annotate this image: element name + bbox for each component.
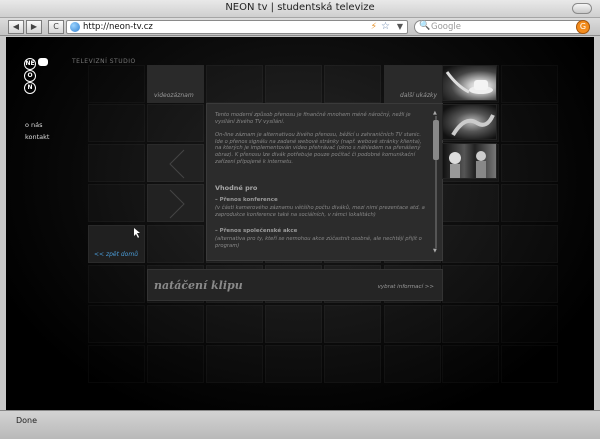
toolbar-toggle-button[interactable] bbox=[572, 3, 592, 14]
search-placeholder: Google bbox=[431, 22, 461, 32]
scroll-thumb[interactable] bbox=[433, 120, 439, 160]
next-arrow-button[interactable] bbox=[147, 184, 204, 222]
search-engine-icon[interactable]: G bbox=[576, 20, 590, 34]
grid-cell bbox=[501, 65, 558, 103]
grid-cell bbox=[206, 345, 263, 383]
title-bar: NEON tv | studentská televize bbox=[0, 0, 600, 18]
panel-heading: Vhodné pro bbox=[215, 184, 258, 192]
scroll-down-icon[interactable]: ▼ bbox=[433, 248, 437, 254]
grid-cell bbox=[501, 225, 558, 263]
page-viewport: NE O N TELEVIZNÍ STUDIO o nás kontakt vi… bbox=[6, 37, 594, 410]
grid-cell bbox=[442, 345, 499, 383]
panel-item-title: – Přenos společenské akce bbox=[215, 228, 298, 234]
globe-icon bbox=[70, 22, 80, 32]
forward-button[interactable]: ▶ bbox=[26, 20, 42, 34]
nav-link-o-nas[interactable]: o nás bbox=[25, 119, 49, 131]
grid-cell bbox=[501, 104, 558, 142]
grid-cell bbox=[265, 305, 322, 343]
panel-detail: On-line záznam je alternativou živého př… bbox=[215, 132, 422, 165]
grid-cell bbox=[265, 65, 322, 103]
grid-cell bbox=[501, 265, 558, 303]
grid-cell bbox=[384, 345, 441, 383]
status-bar: Done bbox=[0, 410, 600, 439]
browser-toolbar: ◀ ▶ C http://neon-tv.cz ⚡ ☆ ▼ 🔍 Google G bbox=[0, 18, 600, 36]
dalsi-ukazky-tile[interactable]: další ukázky bbox=[384, 65, 442, 103]
grid-cell bbox=[88, 305, 145, 343]
cursor-icon bbox=[134, 228, 140, 238]
grid-cell bbox=[501, 345, 558, 383]
neon-logo-icon[interactable]: NE O N bbox=[24, 58, 56, 94]
grid-cell bbox=[324, 65, 381, 103]
nav-link-kontakt[interactable]: kontakt bbox=[25, 131, 49, 143]
grid-cell bbox=[147, 104, 204, 142]
logo-letter: NE bbox=[24, 58, 36, 70]
logo-letter: N bbox=[24, 82, 36, 94]
address-bar[interactable]: http://neon-tv.cz ⚡ ☆ ▼ bbox=[66, 20, 408, 34]
panel-item-desc: (alternativa pro ty, kteří se nemohou ak… bbox=[215, 236, 422, 249]
panel-item-desc: (v části kamerového záznamu většího počt… bbox=[215, 205, 425, 218]
hands-image bbox=[451, 114, 495, 137]
grid-cell bbox=[88, 345, 145, 383]
forward-arrow-icon: ▶ bbox=[30, 22, 38, 31]
grid-cell bbox=[147, 225, 204, 263]
address-text: http://neon-tv.cz bbox=[83, 22, 153, 32]
grid-cell bbox=[147, 305, 204, 343]
window-title: NEON tv | studentská televize bbox=[225, 2, 375, 13]
grid-cell bbox=[442, 265, 499, 303]
coffee-cup-photo[interactable] bbox=[442, 65, 497, 101]
search-input[interactable]: 🔍 Google G bbox=[414, 20, 590, 34]
back-arrow-icon: ◀ bbox=[12, 22, 20, 31]
panel-item-title: – Přenos konference bbox=[215, 197, 278, 203]
grid-cell bbox=[442, 305, 499, 343]
people-image bbox=[449, 151, 486, 178]
grid-cell bbox=[324, 305, 381, 343]
videozaznam-tile[interactable]: videozáznam bbox=[147, 65, 204, 103]
panel-scrollbar[interactable]: ▲ ▼ bbox=[433, 110, 439, 254]
browser-window: NEON tv | studentská televize ◀ ▶ C http… bbox=[0, 0, 600, 439]
reload-button[interactable]: C bbox=[48, 20, 64, 34]
grid-cell bbox=[265, 345, 322, 383]
studio-label: TELEVIZNÍ STUDIO bbox=[72, 58, 136, 65]
dalsi-ukazky-label: další ukázky bbox=[400, 92, 437, 99]
grid-cell bbox=[442, 184, 499, 222]
status-text: Done bbox=[16, 416, 38, 425]
grid-cell bbox=[88, 184, 145, 222]
rss-icon[interactable]: ⚡ bbox=[371, 22, 377, 32]
bookmark-star-icon[interactable]: ☆ bbox=[381, 21, 390, 32]
search-icon: 🔍 bbox=[419, 21, 431, 31]
logo-tv-icon bbox=[38, 58, 48, 66]
chevron-right-icon bbox=[169, 189, 185, 219]
back-home-link[interactable]: << zpět domů bbox=[94, 251, 138, 258]
videozaznam-label: videozáznam bbox=[154, 92, 194, 99]
chevron-left-icon bbox=[169, 149, 185, 179]
grid-cell bbox=[206, 305, 263, 343]
grid-cell bbox=[501, 305, 558, 343]
natac-klipu-title: natáčení klipu bbox=[154, 279, 243, 292]
more-info-link[interactable]: vybrat informací >> bbox=[378, 284, 434, 290]
previous-arrow-button[interactable] bbox=[147, 144, 204, 182]
grid-cell bbox=[88, 265, 145, 303]
grid-cell bbox=[501, 144, 558, 182]
hands-photo[interactable] bbox=[442, 104, 497, 140]
natac-klipu-banner[interactable]: natáčení klipu vybrat informací >> bbox=[147, 269, 443, 301]
grid-cell bbox=[147, 345, 204, 383]
reload-icon: C bbox=[53, 22, 59, 31]
grid-cell bbox=[324, 345, 381, 383]
grid-cell bbox=[501, 184, 558, 222]
back-button[interactable]: ◀ bbox=[8, 20, 24, 34]
logo-letter: O bbox=[24, 70, 36, 82]
left-navigation: o nás kontakt bbox=[25, 119, 49, 143]
history-dropdown-icon[interactable]: ▼ bbox=[397, 22, 403, 31]
grid-cell bbox=[88, 144, 145, 182]
grid-cell bbox=[384, 305, 441, 343]
cup-image bbox=[445, 71, 493, 94]
grid-cell bbox=[88, 104, 145, 142]
grid-cell bbox=[442, 225, 499, 263]
panel-intro: Tento moderní způsob přenosu je finančně… bbox=[215, 112, 411, 125]
grid-cell bbox=[88, 65, 145, 103]
content-panel: Tento moderní způsob přenosu je finančně… bbox=[206, 103, 443, 261]
back-home-tile[interactable]: << zpět domů bbox=[88, 225, 145, 263]
people-photo[interactable] bbox=[442, 143, 497, 179]
grid-cell bbox=[206, 65, 263, 103]
